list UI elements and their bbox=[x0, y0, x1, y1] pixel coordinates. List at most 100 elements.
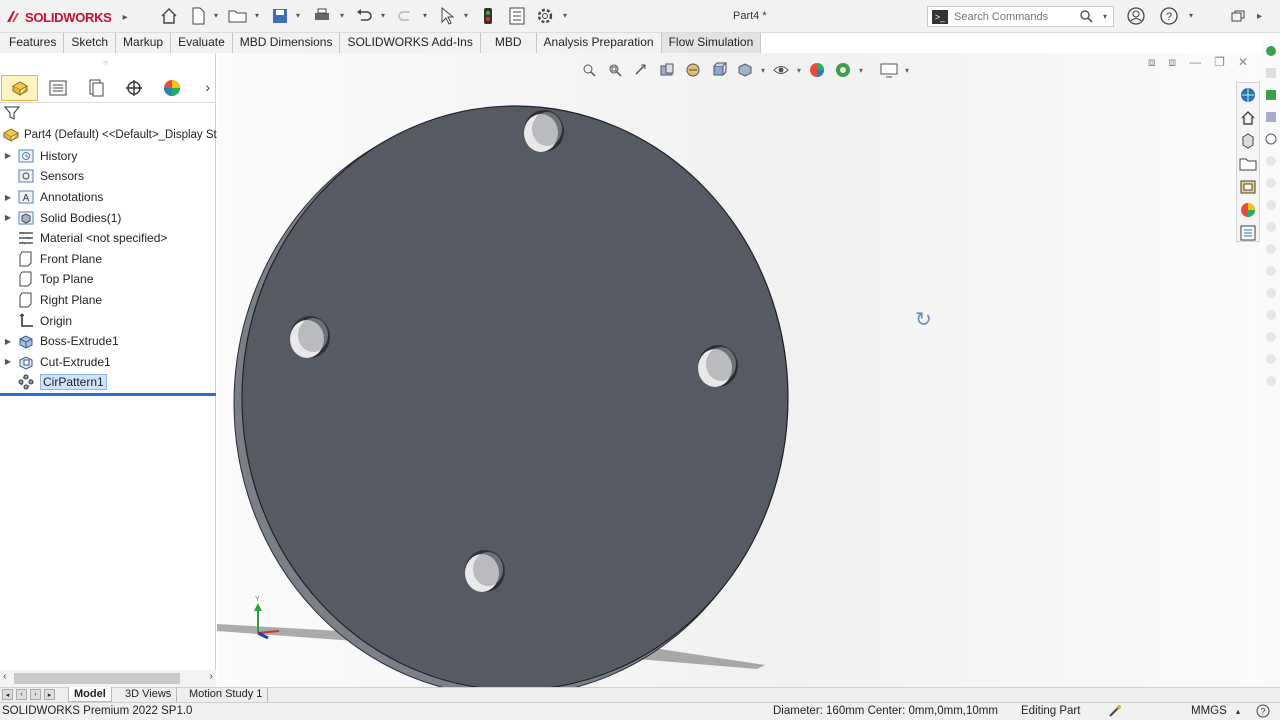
previous-view-icon[interactable] bbox=[631, 60, 651, 80]
expand-arrow-icon[interactable]: ▶ bbox=[0, 151, 16, 160]
tree-item-history[interactable]: ▶ History bbox=[0, 146, 216, 167]
view-palette-icon[interactable] bbox=[1237, 176, 1259, 198]
display-style-icon[interactable] bbox=[735, 60, 755, 80]
disc-front-face[interactable] bbox=[241, 105, 789, 687]
custom-properties-icon[interactable] bbox=[1237, 222, 1259, 244]
tree-item-cut-extrude1[interactable]: ▶ Cut-Extrude1 bbox=[0, 352, 216, 373]
next-tab-icon[interactable]: › bbox=[30, 689, 41, 700]
minimize-icon[interactable]: — bbox=[1189, 55, 1201, 70]
scene-dropdown-icon[interactable]: ▾ bbox=[859, 66, 863, 75]
view-settings-icon[interactable] bbox=[879, 60, 899, 80]
hole-left[interactable] bbox=[290, 316, 330, 358]
strip-faded-icon-5[interactable] bbox=[1262, 216, 1280, 238]
strip-faded-icon-6[interactable] bbox=[1262, 238, 1280, 260]
part-model[interactable]: Y bbox=[217, 53, 1262, 687]
undo-dropdown-icon[interactable]: ▾ bbox=[381, 11, 385, 20]
tab-motion-study-1[interactable]: Motion Study 1 bbox=[184, 687, 269, 702]
strip-target-icon[interactable] bbox=[1262, 128, 1280, 150]
display-style-dropdown-icon[interactable]: ▾ bbox=[761, 66, 765, 75]
search-dropdown-icon[interactable]: ▾ bbox=[1103, 12, 1107, 21]
scroll-right-arrow-icon[interactable]: › bbox=[210, 671, 213, 682]
hide-show-items-icon[interactable] bbox=[771, 60, 791, 80]
tab-analysis-preparation[interactable]: Analysis Preparation bbox=[537, 33, 662, 53]
restore-window-icon[interactable] bbox=[1226, 5, 1250, 27]
close-icon[interactable]: ✕ bbox=[1238, 55, 1248, 70]
tab-mbd-dimensions[interactable]: MBD Dimensions bbox=[233, 33, 341, 53]
strip-box-icon[interactable] bbox=[1262, 84, 1280, 106]
dimxpert-tab-icon[interactable] bbox=[115, 75, 152, 101]
pin-right-icon[interactable]: ⧈ bbox=[1169, 55, 1177, 70]
strip-doc-icon[interactable] bbox=[1262, 106, 1280, 128]
pin-left-icon[interactable]: ⧈ bbox=[1148, 55, 1156, 70]
view-settings-dropdown-icon[interactable]: ▾ bbox=[905, 66, 909, 75]
tab-evaluate[interactable]: Evaluate bbox=[171, 33, 233, 53]
open-dropdown-icon[interactable]: ▾ bbox=[255, 11, 259, 20]
dynamic-annotation-icon[interactable] bbox=[683, 60, 703, 80]
strip-globe-icon[interactable] bbox=[1262, 40, 1280, 62]
featuremanager-tab-icon[interactable] bbox=[1, 74, 38, 101]
prev-tab-icon[interactable]: ‹ bbox=[16, 689, 27, 700]
file-explorer-icon[interactable] bbox=[1237, 153, 1259, 175]
strip-faded-icon-12[interactable] bbox=[1262, 370, 1280, 392]
rebuild-icon[interactable] bbox=[476, 5, 500, 27]
hide-show-dropdown-icon[interactable]: ▾ bbox=[797, 66, 801, 75]
strip-faded-icon-9[interactable] bbox=[1262, 304, 1280, 326]
search-input[interactable] bbox=[954, 10, 1084, 23]
more-tabs-arrow-icon[interactable]: › bbox=[205, 79, 210, 95]
tree-item-front-plane[interactable]: Front Plane bbox=[0, 249, 216, 270]
tab-solidworks-addins[interactable]: SOLIDWORKS Add-Ins bbox=[340, 33, 481, 53]
open-folder-icon[interactable] bbox=[226, 5, 250, 27]
help-status-icon[interactable]: ? bbox=[1256, 704, 1270, 720]
home-pane-icon[interactable] bbox=[1237, 107, 1259, 129]
print-icon[interactable] bbox=[310, 5, 334, 27]
last-tab-icon[interactable]: ▸ bbox=[44, 689, 55, 700]
tree-item-top-plane[interactable]: Top Plane bbox=[0, 269, 216, 290]
hole-bottom[interactable] bbox=[465, 550, 505, 592]
maximize-icon[interactable]: ❐ bbox=[1214, 55, 1225, 70]
tab-mbd[interactable]: MBD bbox=[481, 33, 537, 53]
print-dropdown-icon[interactable]: ▾ bbox=[340, 11, 344, 20]
tree-item-material[interactable]: Material <not specified> bbox=[0, 228, 216, 249]
user-account-icon[interactable] bbox=[1124, 5, 1148, 27]
panel-grip-icon[interactable]: ○ bbox=[103, 58, 108, 67]
strip-faded-icon-11[interactable] bbox=[1262, 348, 1280, 370]
select-cursor-icon[interactable] bbox=[435, 5, 459, 27]
propertymanager-tab-icon[interactable] bbox=[39, 75, 76, 101]
rebuild-status-icon[interactable] bbox=[1108, 704, 1122, 720]
filter-icon[interactable] bbox=[3, 105, 21, 121]
tree-item-annotations[interactable]: ▶ A Annotations bbox=[0, 187, 216, 208]
display-manager-tab-icon[interactable] bbox=[153, 75, 190, 101]
options-dropdown-icon[interactable]: ▾ bbox=[563, 11, 567, 20]
graphics-area[interactable]: Y ▾ ▾ ▾ ▾ ⧈ ⧈ — ❐ ✕ ↻ bbox=[217, 53, 1262, 687]
new-dropdown-icon[interactable]: ▾ bbox=[214, 11, 218, 20]
tab-features[interactable]: Features bbox=[0, 33, 65, 53]
scroll-left-arrow-icon[interactable]: ‹ bbox=[3, 671, 6, 682]
tab-model[interactable]: Model bbox=[68, 687, 112, 702]
configurationmanager-tab-icon[interactable] bbox=[77, 75, 114, 101]
design-library-icon[interactable] bbox=[1237, 130, 1259, 152]
expand-arrow-icon[interactable]: ▶ bbox=[0, 337, 16, 346]
hole-right[interactable] bbox=[698, 345, 738, 387]
tree-item-origin[interactable]: Origin bbox=[0, 310, 216, 331]
solidworks-logo[interactable]: SOLIDWORKS ▸ bbox=[4, 7, 128, 27]
tree-item-solid-bodies[interactable]: ▶ Solid Bodies(1) bbox=[0, 207, 216, 228]
new-document-icon[interactable] bbox=[186, 5, 210, 27]
expand-arrow-icon[interactable]: ▶ bbox=[0, 193, 16, 202]
unit-dropdown-icon[interactable]: ▴ bbox=[1236, 707, 1240, 716]
solidworks-resources-icon[interactable] bbox=[1237, 84, 1259, 106]
help-dropdown-icon[interactable]: ▾ bbox=[1189, 11, 1193, 20]
help-icon[interactable]: ? bbox=[1157, 5, 1181, 27]
strip-faded-icon-8[interactable] bbox=[1262, 282, 1280, 304]
tab-flow-simulation[interactable]: Flow Simulation bbox=[661, 33, 762, 53]
file-properties-icon[interactable] bbox=[505, 5, 529, 27]
tab-3d-views[interactable]: 3D Views bbox=[120, 687, 178, 702]
tree-item-right-plane[interactable]: Right Plane bbox=[0, 290, 216, 311]
redo-dropdown-icon[interactable]: ▾ bbox=[423, 11, 427, 20]
tree-root-part[interactable]: Part4 (Default) <<Default>_Display Sta bbox=[0, 125, 223, 146]
expand-arrow-icon[interactable]: ▶ bbox=[0, 213, 16, 222]
tab-markup[interactable]: Markup bbox=[116, 33, 172, 53]
tab-sketch[interactable]: Sketch bbox=[64, 33, 117, 53]
tree-item-cirpattern1[interactable]: CirPattern1 bbox=[0, 372, 216, 393]
view-orientation-icon[interactable] bbox=[709, 60, 729, 80]
redo-icon[interactable] bbox=[394, 5, 418, 27]
